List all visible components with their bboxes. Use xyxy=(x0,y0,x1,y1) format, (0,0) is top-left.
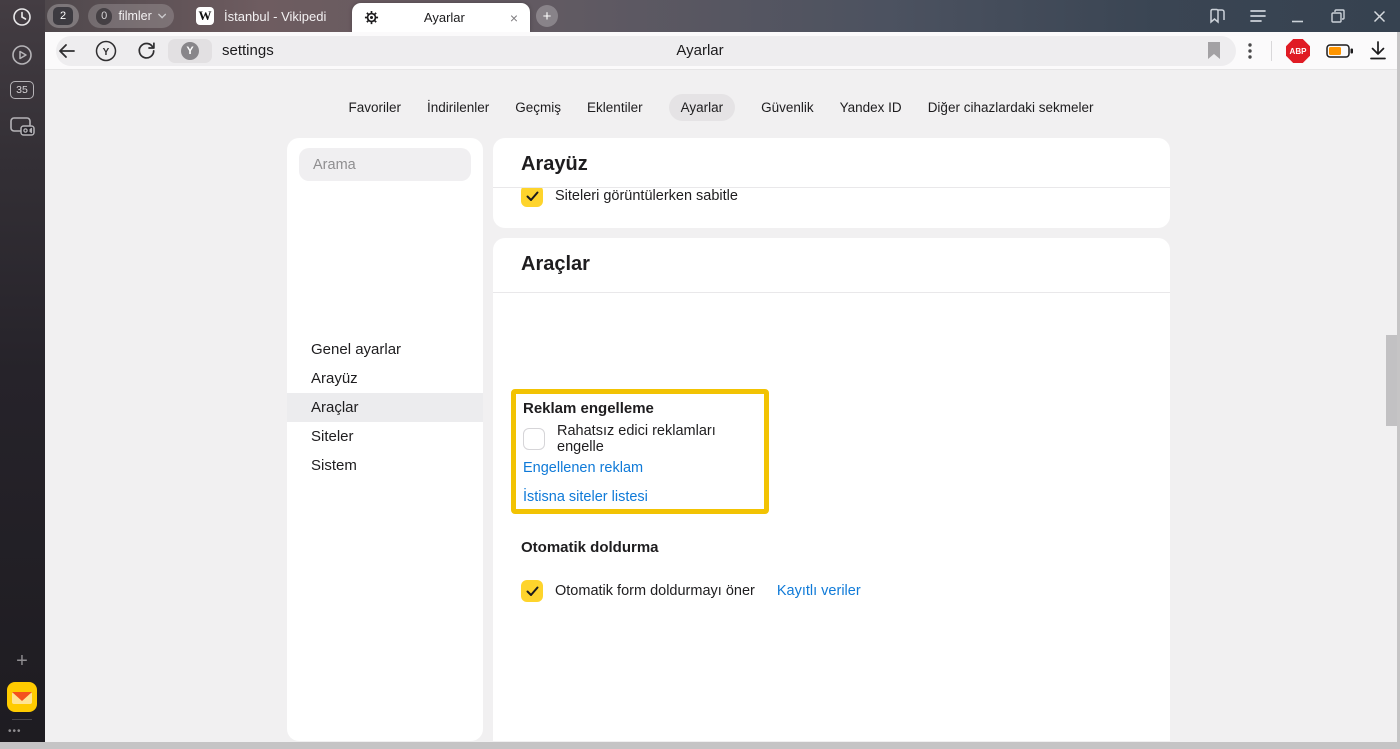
settings-menu-panel: Genel ayarlar Arayüz Araçlar Siteler Sis… xyxy=(287,138,483,741)
blocked-ads-link[interactable]: Engellenen reklam xyxy=(523,460,643,476)
screen-camera-icon xyxy=(10,117,35,138)
adblock-row: Rahatsız edici reklamları engelle xyxy=(523,428,764,450)
svg-text:Y: Y xyxy=(103,47,110,58)
nav-tab-guvenlik[interactable]: Güvenlik xyxy=(761,100,814,115)
tab-istanbul-vikipedi[interactable]: W İstanbul - Vikipedi xyxy=(196,3,346,29)
setting-label: Rahatsız edici reklamları engelle xyxy=(557,423,764,455)
clipped-setting-row: Siteleri görüntülerken sabitle xyxy=(493,187,1170,228)
adblock-highlight-box: Reklam engelleme Rahatsız edici reklamla… xyxy=(511,389,769,514)
saved-data-link[interactable]: Kayıtlı veriler xyxy=(777,583,861,599)
tab-ayarlar-active[interactable]: Ayarlar × xyxy=(352,3,530,32)
extensions-menu-button[interactable] xyxy=(1248,43,1260,59)
browser-sidebar xyxy=(0,0,45,742)
battery-saver-button[interactable] xyxy=(1326,44,1353,58)
kebab-icon xyxy=(1248,43,1252,59)
browser-window: 2 0 filmler W İstanbul - Vikipedi Ayarla… xyxy=(0,0,1400,749)
setting-label: Siteleri görüntülerken sabitle xyxy=(555,188,738,204)
back-button[interactable] xyxy=(57,42,76,60)
exception-sites-link[interactable]: İstisna siteler listesi xyxy=(523,489,648,505)
tab-panel-icon xyxy=(1208,7,1226,25)
autofill-row: Otomatik form doldurmayı öner Kayıtlı ve… xyxy=(521,580,861,602)
nav-tab-diger-cihazlar[interactable]: Diğer cihazlardaki sekmeler xyxy=(928,100,1094,115)
sidebar-item-genel-ayarlar[interactable]: Genel ayarlar xyxy=(287,335,483,364)
checkbox-unchecked[interactable] xyxy=(523,428,545,450)
autofill-heading: Otomatik doldurma xyxy=(521,539,659,556)
reload-button[interactable] xyxy=(137,41,156,60)
section-title: Araçlar xyxy=(493,238,1170,287)
tab-group-button[interactable]: 0 filmler xyxy=(88,4,174,28)
all-tabs-count: 35 xyxy=(16,84,28,96)
chevron-down-icon xyxy=(158,13,166,19)
nav-tab-ayarlar-selected[interactable]: Ayarlar xyxy=(669,94,736,121)
abp-label: ABP xyxy=(1290,47,1307,56)
sidebar-item-sistem[interactable]: Sistem xyxy=(287,451,483,480)
close-tab-icon[interactable]: × xyxy=(510,11,518,25)
screen-share-button[interactable] xyxy=(10,117,35,138)
nav-tab-indirilenler[interactable]: İndirilenler xyxy=(427,100,489,115)
back-arrow-icon xyxy=(57,42,76,60)
toolbar-divider xyxy=(1271,41,1272,61)
section-interface: Arayüz Siteleri görüntülerken sabitle xyxy=(493,138,1170,228)
setting-label: Otomatik form doldurmayı öner xyxy=(555,583,755,599)
yandex-mail-button[interactable] xyxy=(7,682,37,712)
download-icon xyxy=(1369,41,1387,60)
history-button[interactable] xyxy=(12,7,32,27)
nav-tab-eklentiler[interactable]: Eklentiler xyxy=(587,100,643,115)
section-tools: Araçlar Otomatik doldurma Otomatik form … xyxy=(493,238,1170,741)
tab-panel-button[interactable] xyxy=(1197,0,1237,32)
section-title: Arayüz xyxy=(493,138,1170,187)
nav-tab-favoriler[interactable]: Favoriler xyxy=(348,100,401,115)
url-text[interactable]: settings xyxy=(222,36,274,66)
checkbox-checked[interactable] xyxy=(521,187,543,207)
gear-icon xyxy=(364,10,379,25)
sidebar-item-siteler[interactable]: Siteler xyxy=(287,422,483,451)
nav-tab-yandex-id[interactable]: Yandex ID xyxy=(840,100,902,115)
search-input[interactable] xyxy=(299,148,471,181)
divider xyxy=(493,292,1170,293)
downloads-button[interactable] xyxy=(1369,41,1387,60)
yandex-home-button[interactable]: Y xyxy=(95,40,117,62)
bookmark-button[interactable] xyxy=(1207,42,1221,59)
tab-group-label: filmler xyxy=(118,9,151,23)
browser-menu-button[interactable] xyxy=(1238,0,1278,32)
window-border xyxy=(0,742,1400,749)
tab-title: İstanbul - Vikipedi xyxy=(224,9,326,24)
site-identity-badge[interactable]: Y xyxy=(168,39,212,63)
sidebar-more-button[interactable]: ••• xyxy=(8,726,22,737)
close-icon xyxy=(1373,10,1386,23)
sidebar-item-arayuz[interactable]: Arayüz xyxy=(287,364,483,393)
scrollbar-thumb[interactable] xyxy=(1386,335,1397,426)
restore-icon xyxy=(1331,9,1345,23)
mail-icon xyxy=(7,682,37,712)
sidebar-add-button[interactable]: + xyxy=(13,652,31,670)
sidebar-item-araclar-selected[interactable]: Araçlar xyxy=(287,393,483,422)
play-circle-icon xyxy=(11,44,33,66)
restore-button[interactable] xyxy=(1318,0,1358,32)
hamburger-icon xyxy=(1250,10,1266,22)
close-window-button[interactable] xyxy=(1359,0,1399,32)
video-button[interactable] xyxy=(11,44,33,66)
new-tab-button[interactable]: + xyxy=(536,5,558,27)
minimize-button[interactable] xyxy=(1277,0,1317,32)
yandex-circle-icon: Y xyxy=(95,40,117,62)
tab-counter-button[interactable]: 2 xyxy=(47,4,79,28)
settings-nav: Favoriler İndirilenler Geçmiş Eklentiler… xyxy=(45,94,1397,121)
battery-icon xyxy=(1326,44,1353,58)
tab-counter-badge: 2 xyxy=(53,7,73,25)
minimize-icon xyxy=(1291,10,1304,23)
wikipedia-favicon: W xyxy=(196,7,214,25)
adblock-heading: Reklam engelleme xyxy=(523,400,654,417)
reload-icon xyxy=(137,41,156,60)
site-favicon: Y xyxy=(181,42,199,60)
sidebar-divider xyxy=(12,719,32,720)
checkbox-checked[interactable] xyxy=(521,580,543,602)
nav-tab-gecmis[interactable]: Geçmiş xyxy=(515,100,561,115)
clock-icon xyxy=(12,7,32,27)
tab-group-count: 0 xyxy=(96,8,112,25)
tab-title: Ayarlar xyxy=(379,10,510,25)
bookmark-flag-icon xyxy=(1207,42,1221,59)
all-tabs-button[interactable]: 35 xyxy=(10,81,34,99)
